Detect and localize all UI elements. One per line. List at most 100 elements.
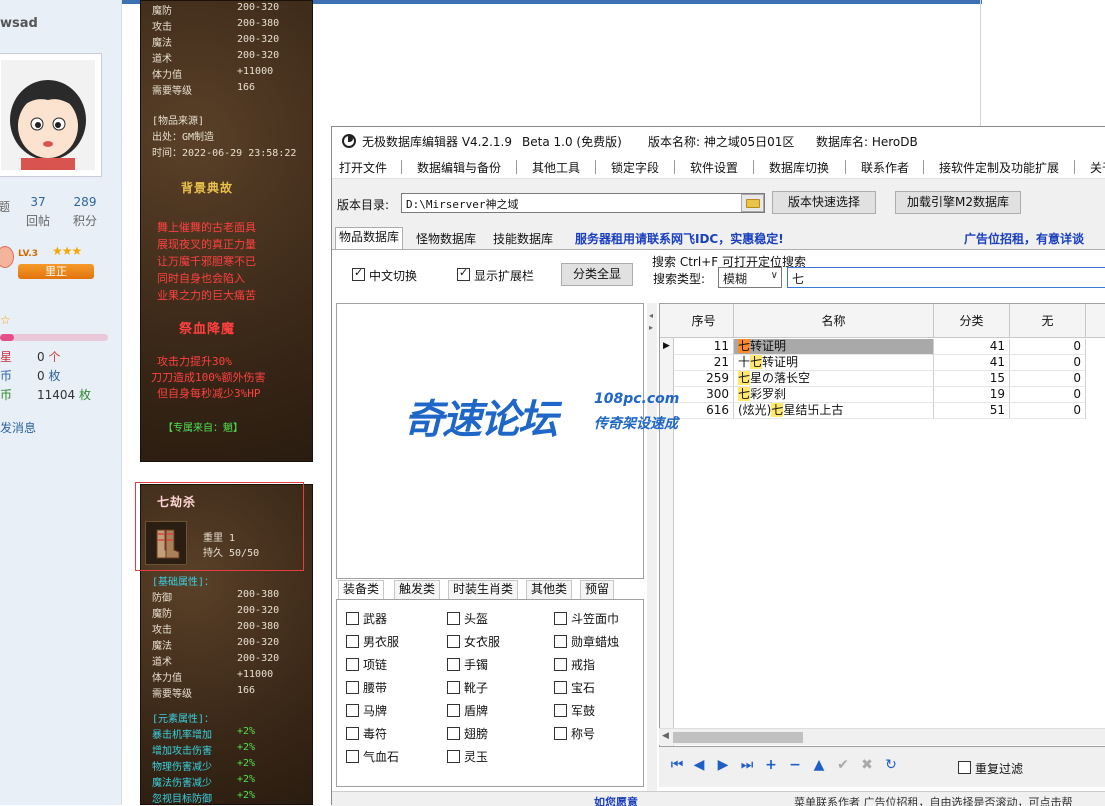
cell-name[interactable]: (炫光)七星结卐上古 — [734, 403, 934, 419]
cell-id[interactable]: 616 — [674, 403, 734, 419]
load-m2-db-button[interactable]: 加载引擎M2数据库 — [895, 191, 1021, 214]
col-header-name[interactable]: 名称 — [734, 304, 934, 338]
prev-page-icon[interactable]: ◀ — [689, 757, 709, 773]
category-item[interactable]: 斗笠面巾 — [554, 610, 619, 627]
cell-none[interactable]: 0 — [1010, 403, 1086, 419]
grid-horizontal-scrollbar[interactable]: ◀ — [659, 728, 1105, 745]
scroll-thumb[interactable] — [673, 732, 803, 743]
category-item[interactable]: 毒符 — [346, 725, 387, 742]
col-header-id[interactable]: 序号 — [674, 304, 734, 338]
category-item[interactable]: 翅膀 — [447, 725, 488, 742]
username[interactable]: wsad — [0, 16, 38, 31]
cell-id[interactable]: 259 — [674, 371, 734, 387]
col-header-none[interactable]: 无 — [1010, 304, 1086, 338]
tab-fashion-zodiac[interactable]: 时装生肖类 — [448, 580, 519, 599]
next-page-icon[interactable]: ▶ — [713, 757, 733, 773]
category-checkbox[interactable] — [346, 750, 359, 763]
tab-other[interactable]: 其他类 — [526, 580, 573, 599]
category-checkbox[interactable] — [554, 727, 567, 740]
cell-name[interactable]: 七彩罗刹 — [734, 387, 934, 403]
category-item[interactable]: 腰带 — [346, 679, 387, 696]
title-bar[interactable]: 无极数据库编辑器 V4.2.1.9 Beta 1.0 (免费版) 版本名称: 神… — [332, 127, 1105, 155]
table-row[interactable]: 11 七转证明 41 0 — [660, 339, 1105, 355]
tab-monster-db[interactable]: 怪物数据库 — [412, 229, 480, 249]
avatar[interactable] — [0, 53, 102, 177]
tab-equipment[interactable]: 装备类 — [338, 580, 385, 599]
category-checkbox[interactable] — [554, 612, 567, 625]
table-row[interactable]: 300 七彩罗刹 19 0 — [660, 387, 1105, 403]
category-checkbox[interactable] — [346, 727, 359, 740]
cell-category[interactable]: 41 — [934, 339, 1010, 355]
cell-name[interactable]: 十七转证明 — [734, 355, 934, 371]
category-item[interactable]: 男衣服 — [346, 633, 399, 650]
show-ext-checkbox[interactable] — [457, 266, 470, 281]
menu-data-edit[interactable]: 数据编辑与备份 — [417, 159, 501, 176]
category-checkbox[interactable] — [554, 635, 567, 648]
dup-filter-checkbox[interactable] — [958, 761, 971, 774]
cell-id[interactable]: 21 — [674, 355, 734, 371]
cell-none[interactable]: 0 — [1010, 371, 1086, 387]
category-checkbox[interactable] — [346, 681, 359, 694]
category-checkbox[interactable] — [554, 658, 567, 671]
edit-record-icon[interactable]: ▲ — [809, 757, 829, 773]
menu-lock-fields[interactable]: 锁定字段 — [611, 159, 659, 176]
scroll-left-icon[interactable]: ◀ — [662, 731, 669, 741]
browse-folder-button[interactable] — [741, 194, 764, 212]
category-checkbox[interactable] — [346, 658, 359, 671]
category-item[interactable]: 盾牌 — [447, 702, 488, 719]
category-checkbox[interactable] — [346, 704, 359, 717]
category-checkbox[interactable] — [447, 658, 460, 671]
table-row[interactable]: 21 十七转证明 41 0 — [660, 355, 1105, 371]
tab-item-db[interactable]: 物品数据库 — [335, 227, 404, 249]
pane-splitter[interactable]: ◂ ▸ — [647, 303, 657, 803]
category-checkbox[interactable] — [346, 612, 359, 625]
cell-id[interactable]: 11 — [674, 339, 734, 355]
search-input[interactable]: 七 — [787, 267, 1105, 288]
category-item[interactable]: 手镯 — [447, 656, 488, 673]
category-item[interactable]: 军鼓 — [554, 702, 595, 719]
cell-category[interactable]: 19 — [934, 387, 1010, 403]
cell-none[interactable]: 0 — [1010, 339, 1086, 355]
category-checkbox[interactable] — [554, 681, 567, 694]
cell-name[interactable]: 七转证明 — [734, 339, 934, 355]
stat-points[interactable]: 289 积分 — [67, 195, 103, 229]
delete-record-icon[interactable]: − — [785, 757, 805, 773]
send-message-link[interactable]: 发消息 — [0, 419, 36, 436]
menu-open-file[interactable]: 打开文件 — [339, 159, 387, 176]
menu-db-switch[interactable]: 数据库切换 — [769, 159, 829, 176]
tab-reserved[interactable]: 预留 — [580, 580, 615, 599]
cell-category[interactable]: 41 — [934, 355, 1010, 371]
table-row[interactable]: 616 (炫光)七星结卐上古 51 0 — [660, 403, 1105, 419]
menu-other-tools[interactable]: 其他工具 — [532, 159, 580, 176]
cancel-record-icon[interactable]: ✖ — [857, 757, 877, 773]
table-row[interactable]: 259 七星の落长空 15 0 — [660, 371, 1105, 387]
chinese-toggle-checkbox[interactable] — [352, 266, 365, 281]
cell-id[interactable]: 300 — [674, 387, 734, 403]
cell-category[interactable]: 51 — [934, 403, 1010, 419]
menu-about[interactable]: 关于 — [1090, 159, 1105, 176]
category-item[interactable]: 气血石 — [346, 748, 399, 765]
category-item[interactable]: 女衣服 — [447, 633, 500, 650]
quick-select-button[interactable]: 版本快速选择 — [772, 191, 876, 214]
menu-contact[interactable]: 联系作者 — [861, 159, 909, 176]
ad-slot-link[interactable]: 广告位招租，有意详谈 — [964, 230, 1084, 247]
menu-settings[interactable]: 软件设置 — [690, 159, 738, 176]
category-item[interactable]: 头盔 — [447, 610, 488, 627]
category-checkbox[interactable] — [447, 612, 460, 625]
category-checkbox[interactable] — [447, 727, 460, 740]
cell-name[interactable]: 七星の落长空 — [734, 371, 934, 387]
search-type-select[interactable]: 模糊 ∨ — [718, 267, 782, 288]
category-checkbox[interactable] — [447, 681, 460, 694]
category-checkbox[interactable] — [447, 704, 460, 717]
show-all-categories-button[interactable]: 分类全显 — [561, 263, 633, 286]
category-item[interactable]: 武器 — [346, 610, 387, 627]
category-item[interactable]: 项链 — [346, 656, 387, 673]
ad-server-link[interactable]: 服务器租用请联系网飞IDC，实惠稳定! — [575, 230, 784, 247]
category-item[interactable]: 勋章蜡烛 — [554, 633, 619, 650]
post-record-icon[interactable]: ✔ — [833, 757, 853, 773]
tab-skill-db[interactable]: 技能数据库 — [489, 229, 557, 249]
category-item[interactable]: 马牌 — [346, 702, 387, 719]
stat-topics[interactable]: 题 — [0, 195, 22, 215]
tab-trigger[interactable]: 触发类 — [394, 580, 441, 599]
category-item[interactable]: 灵玉 — [447, 748, 488, 765]
